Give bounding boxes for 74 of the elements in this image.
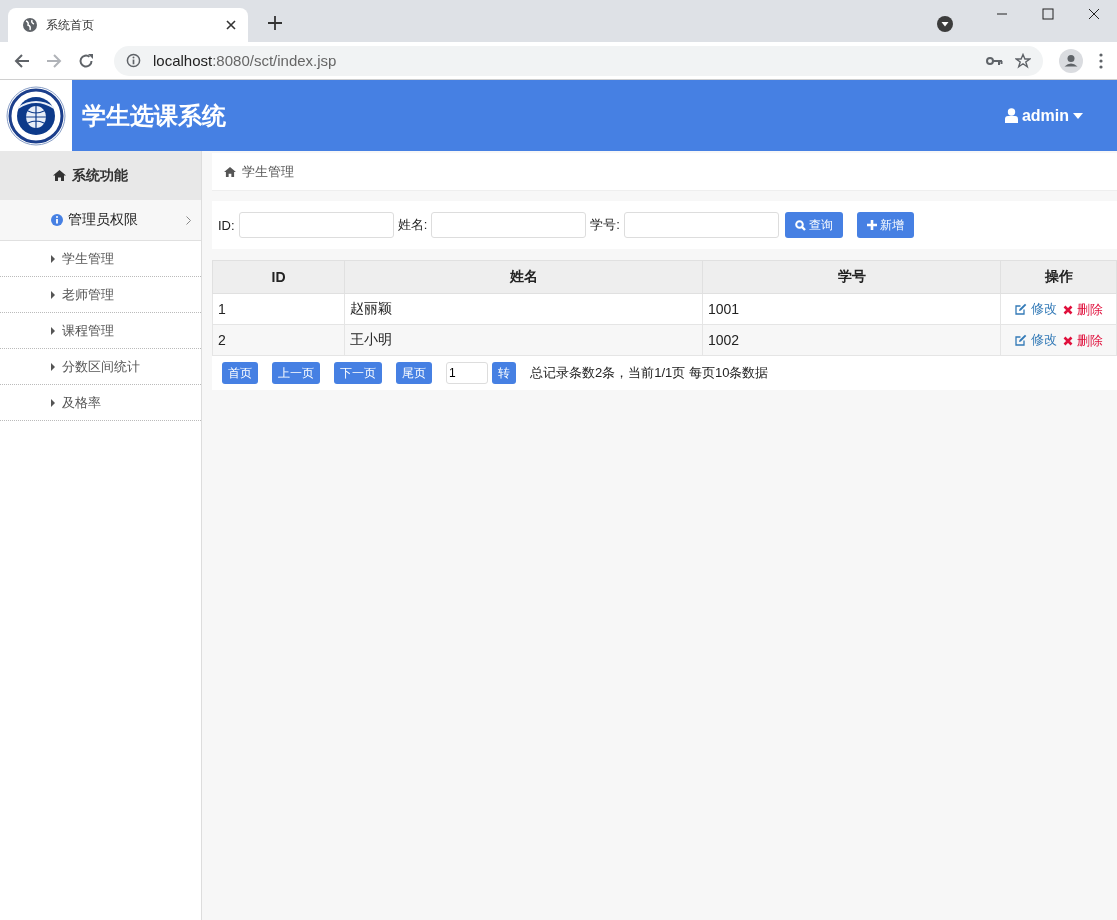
table-cell: 1 (212, 293, 345, 325)
caret-right-icon (51, 254, 55, 263)
sidebar-item[interactable]: 课程管理 (0, 313, 201, 349)
caret-right-icon (51, 290, 55, 299)
column-header: 操作 (1000, 260, 1117, 294)
browser-tab[interactable]: 系统首页 (8, 8, 248, 42)
maximize-icon[interactable] (1042, 8, 1054, 20)
search-icon (794, 219, 806, 231)
pagination-button[interactable]: 尾页 (396, 362, 432, 384)
input-field[interactable] (238, 212, 394, 238)
close-icon[interactable] (1088, 8, 1100, 20)
sidebar-item[interactable]: 及格率 (0, 385, 201, 421)
breadcrumb-text: 学生管理 (242, 162, 294, 181)
close-icon (1062, 304, 1073, 315)
info-icon (126, 53, 141, 68)
field-label: 学号: (590, 216, 620, 234)
tab-title: 系统首页 (46, 16, 95, 34)
delete-link[interactable]: 删除 (1062, 300, 1103, 319)
caret-icon (1073, 112, 1083, 119)
chevron-right-icon (186, 215, 191, 225)
sidebar-group[interactable]: 管理员权限 (0, 200, 201, 241)
dropdown-icon[interactable] (937, 16, 953, 32)
menu-icon[interactable] (1099, 52, 1103, 69)
close-icon (1062, 335, 1073, 346)
info-icon (51, 214, 63, 226)
user-icon (1004, 108, 1018, 123)
caret-right-icon (51, 326, 55, 335)
pagination-button[interactable]: 上一页 (272, 362, 320, 384)
address-bar[interactable]: localhost:8080/sct/index.jsp (114, 45, 1043, 76)
go-button[interactable]: 转 (492, 362, 516, 384)
pagination-button[interactable]: 下一页 (334, 362, 382, 384)
home-icon (53, 170, 66, 181)
edit-link[interactable]: 修改 (1014, 330, 1057, 349)
sidebar-item[interactable]: 分数区间统计 (0, 349, 201, 385)
column-header: ID (212, 260, 345, 294)
emblem-logo-icon (6, 85, 66, 146)
caret-right-icon (51, 398, 55, 407)
field-label: 姓名: (397, 216, 428, 234)
close-icon[interactable] (226, 20, 236, 30)
search-button[interactable]: 查询 (784, 212, 843, 238)
star-icon[interactable] (1015, 52, 1031, 69)
table-cell: 2 (212, 324, 345, 356)
url-text: localhost:8080/sct/index.jsp (153, 52, 337, 69)
add-button[interactable]: 新增 (856, 212, 914, 238)
table-cell: 1002 (702, 324, 1001, 356)
sidebar-item[interactable]: 学生管理 (0, 241, 201, 277)
column-header: 姓名 (344, 260, 703, 294)
key-icon[interactable] (986, 55, 1003, 66)
pagination-summary: 总记录条数2条，当前1/1页 每页10条数据 (530, 364, 769, 382)
table-cell: 王小明 (344, 324, 703, 356)
app-title: 学生选课系统 (82, 100, 226, 131)
edit-icon (1014, 333, 1027, 346)
input-field[interactable] (431, 212, 587, 238)
input-field[interactable] (623, 212, 779, 238)
sidebar-item[interactable]: 老师管理 (0, 277, 201, 313)
edit-link[interactable]: 修改 (1014, 299, 1057, 318)
field-label: ID: (218, 217, 235, 233)
caret-right-icon (51, 362, 55, 371)
delete-link[interactable]: 删除 (1062, 331, 1103, 350)
edit-icon (1014, 302, 1027, 315)
avatar-icon[interactable] (1059, 48, 1083, 73)
pagination-button[interactable]: 首页 (222, 362, 258, 384)
globe-icon (22, 17, 38, 33)
home-icon (224, 166, 236, 177)
table-cell: 1001 (702, 293, 1001, 325)
page-input[interactable]: 1 (446, 362, 488, 384)
table-cell: 赵丽颖 (344, 293, 703, 325)
reload-icon[interactable] (78, 52, 94, 69)
back-arrow-icon[interactable] (14, 52, 30, 69)
sidebar-heading-text: 系统功能 (72, 166, 128, 185)
user-menu[interactable]: admin (1004, 106, 1083, 125)
column-header: 学号 (702, 260, 1001, 294)
plus-icon (866, 220, 877, 230)
plus-icon[interactable] (268, 16, 282, 30)
